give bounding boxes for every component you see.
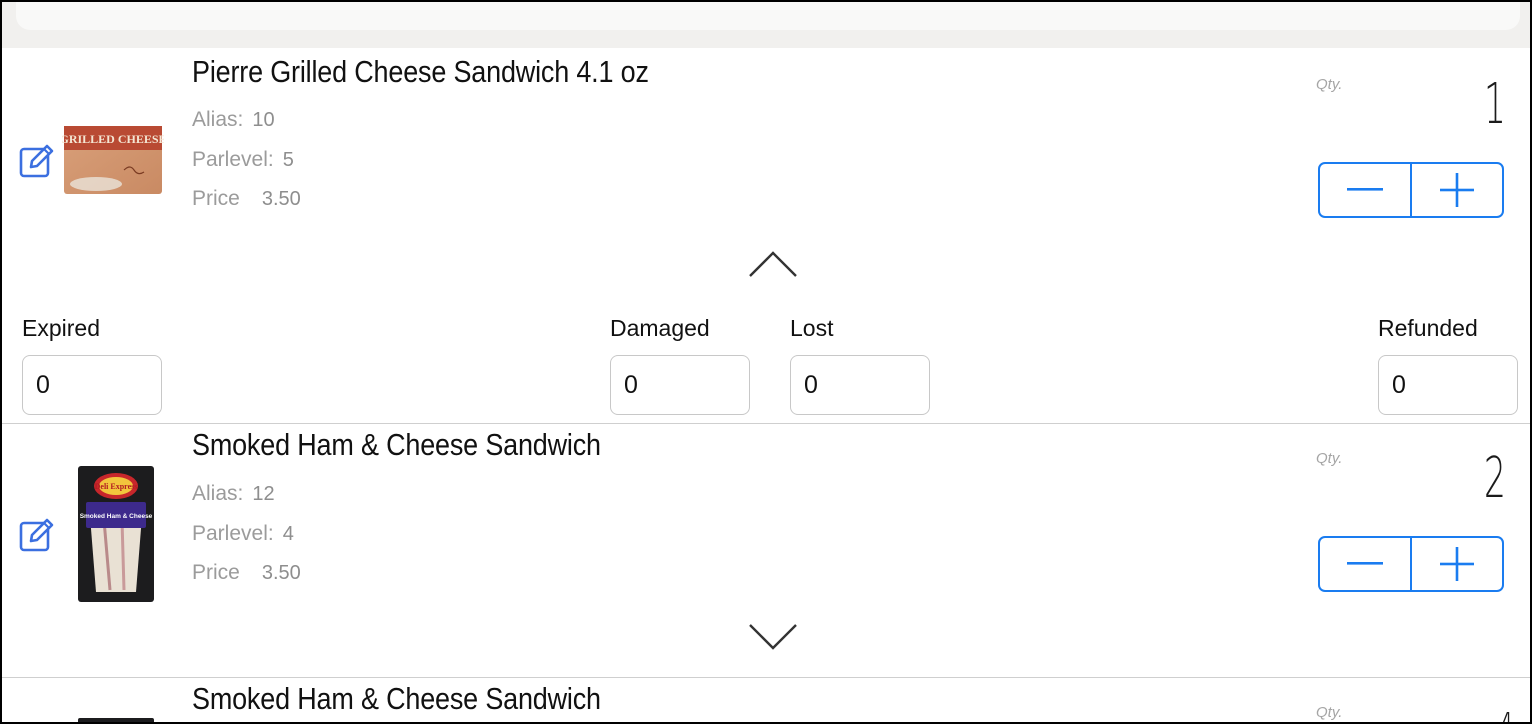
search-field[interactable] bbox=[16, 2, 1520, 30]
divider bbox=[2, 677, 1530, 678]
alias-value: 12 bbox=[252, 483, 275, 505]
quantity-stepper bbox=[1318, 536, 1504, 592]
expired-input[interactable] bbox=[22, 355, 162, 415]
refunded-input[interactable] bbox=[1378, 355, 1518, 415]
damaged-input[interactable] bbox=[610, 355, 750, 415]
parlevel-label: Parlevel: bbox=[192, 522, 274, 545]
increment-button[interactable] bbox=[1412, 164, 1502, 216]
minus-icon bbox=[1347, 188, 1383, 191]
qty-label: Qty. bbox=[1316, 76, 1343, 93]
chevron-up-icon[interactable] bbox=[748, 250, 798, 278]
parlevel-value: 4 bbox=[282, 523, 294, 545]
price-value: 3.50 bbox=[261, 562, 301, 584]
alias-row: Alias: 12 bbox=[192, 482, 275, 506]
plus-icon bbox=[1440, 173, 1474, 207]
expired-label: Expired bbox=[22, 315, 100, 341]
price-label: Price bbox=[192, 561, 240, 584]
refunded-label: Refunded bbox=[1378, 315, 1478, 341]
chevron-down-icon[interactable] bbox=[748, 623, 798, 651]
price-row: Price 3.50 bbox=[192, 187, 301, 211]
increment-button[interactable] bbox=[1412, 538, 1502, 590]
alias-label: Alias: bbox=[192, 482, 244, 505]
parlevel-row: Parlevel: 4 bbox=[192, 522, 294, 546]
lost-label: Lost bbox=[790, 315, 834, 341]
edit-icon[interactable] bbox=[18, 516, 56, 554]
price-label: Price bbox=[192, 187, 240, 210]
plus-icon bbox=[1440, 547, 1474, 581]
alias-value: 10 bbox=[252, 109, 275, 131]
price-value: 3.50 bbox=[261, 188, 301, 210]
product-thumbnail: GRILLED CHEESE bbox=[62, 126, 164, 194]
item-name: Pierre Grilled Cheese Sandwich 4.1 oz bbox=[192, 54, 649, 89]
edit-icon[interactable] bbox=[18, 142, 56, 180]
parlevel-row: Parlevel: 5 bbox=[192, 148, 294, 172]
quantity-stepper bbox=[1318, 162, 1504, 218]
item-name: Smoked Ham & Cheese Sandwich bbox=[192, 681, 601, 716]
alias-label: Alias: bbox=[192, 108, 244, 131]
svg-text:Smoked Ham & Cheese: Smoked Ham & Cheese bbox=[80, 513, 153, 520]
product-thumbnail bbox=[78, 718, 154, 722]
price-row: Price 3.50 bbox=[192, 561, 301, 585]
lost-input[interactable] bbox=[790, 355, 930, 415]
decrement-button[interactable] bbox=[1320, 164, 1412, 216]
damaged-label: Damaged bbox=[610, 315, 710, 341]
alias-row: Alias: 10 bbox=[192, 108, 275, 132]
svg-text:Deli Express: Deli Express bbox=[95, 482, 138, 491]
qty-label: Qty. bbox=[1316, 450, 1343, 467]
product-thumbnail: Deli Express Smoked Ham & Cheese bbox=[78, 466, 154, 602]
decrement-button[interactable] bbox=[1320, 538, 1412, 590]
qty-value: 4 bbox=[1497, 704, 1514, 722]
qty-label: Qty. bbox=[1316, 704, 1343, 721]
divider bbox=[2, 423, 1530, 424]
top-bar bbox=[2, 2, 1530, 48]
minus-icon bbox=[1347, 562, 1383, 565]
qty-value: 1 bbox=[1483, 72, 1506, 137]
parlevel-label: Parlevel: bbox=[192, 148, 274, 171]
item-name: Smoked Ham & Cheese Sandwich bbox=[192, 427, 601, 462]
app-frame: GRILLED CHEESE Pierre Grilled Cheese San… bbox=[0, 0, 1532, 724]
parlevel-value: 5 bbox=[282, 149, 294, 171]
qty-value: 2 bbox=[1483, 446, 1506, 511]
svg-text:GRILLED CHEESE: GRILLED CHEESE bbox=[62, 132, 164, 146]
